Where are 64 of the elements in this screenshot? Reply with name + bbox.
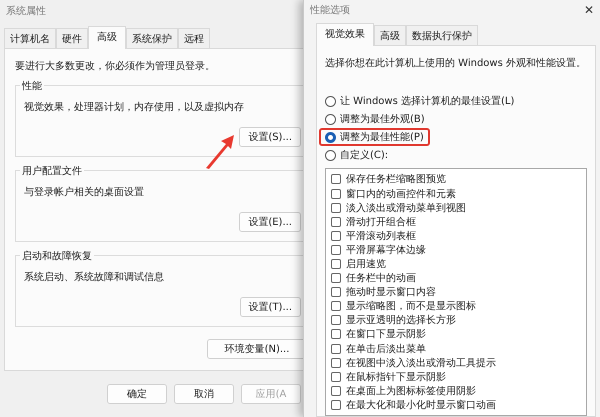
checkbox-label: 启用速览	[346, 258, 386, 272]
window-title: 性能选项	[310, 4, 350, 17]
radio-option[interactable]: 调整为最佳性能(P)	[319, 128, 430, 146]
checkbox[interactable]	[331, 400, 341, 410]
checkbox[interactable]	[331, 315, 341, 326]
checkbox-label: 保存任务栏缩略图预览	[346, 172, 446, 186]
checkbox-label: 拖动时显示窗口内容	[346, 286, 436, 300]
group-title: 启动和故障恢复	[20, 249, 94, 263]
group-title: 性能	[20, 79, 44, 93]
checkbox[interactable]	[331, 202, 341, 213]
intro-text: 选择你想在此计算机上使用的 Windows 外观和性能设置。	[325, 56, 587, 70]
environment-variables-button[interactable]: 环境变量(N)...	[207, 339, 303, 359]
group-description: 系统启动、系统故障和调试信息	[24, 270, 165, 284]
tab[interactable]: 高级	[88, 26, 126, 49]
checkbox-label: 显示亚透明的选择长方形	[346, 314, 456, 328]
checkbox-label: 在窗口下显示阴影	[346, 328, 426, 342]
tab[interactable]: 视觉效果	[316, 23, 374, 46]
radio-option[interactable]: 让 Windows 选择计算机的最佳设置(L)	[319, 92, 520, 110]
checkbox[interactable]	[331, 244, 341, 255]
tab[interactable]: 系统保护	[126, 28, 178, 49]
checkbox[interactable]	[331, 188, 341, 199]
checkbox[interactable]	[331, 174, 341, 184]
dialog-button[interactable]: 取消	[174, 384, 234, 404]
checkbox-label: 在桌面上为图标标签使用阴影	[346, 384, 476, 398]
checkbox-label: 在鼠标指针下显示阴影	[346, 370, 446, 384]
tab[interactable]: 远程	[178, 28, 210, 49]
checkbox-label: 在最大化和最小化时显示窗口动画	[346, 398, 496, 412]
checkbox[interactable]	[331, 372, 341, 382]
group-description: 视觉效果，处理器计划，内存使用，以及虚拟内存	[24, 100, 245, 114]
group-title: 用户配置文件	[20, 164, 84, 178]
radio-option[interactable]: 调整为最佳外观(B)	[319, 110, 431, 128]
tab[interactable]: 硬件	[56, 28, 88, 49]
checkbox[interactable]	[331, 301, 341, 312]
checkbox[interactable]	[331, 329, 341, 340]
close-button[interactable]: ✕	[584, 2, 594, 17]
checkbox[interactable]	[331, 358, 341, 368]
checkbox[interactable]	[331, 259, 341, 270]
checkbox-label: 窗口内的动画控件和元素	[346, 188, 456, 201]
tab[interactable]: 数据执行保护	[406, 25, 478, 46]
checkbox-label: 显示缩略图，而不是显示图标	[346, 300, 476, 314]
arrow-drawing	[204, 134, 236, 170]
checkbox-label: 平滑屏幕字体边缘	[346, 244, 426, 257]
checkbox-label: 淡入淡出或滑动菜单到视图	[346, 202, 466, 215]
checkbox[interactable]	[331, 287, 341, 298]
checkbox[interactable]	[331, 344, 341, 354]
checkbox-label: 平滑滚动列表框	[346, 230, 416, 243]
radio-option[interactable]: 自定义(C):	[319, 146, 394, 164]
checkbox[interactable]	[331, 386, 341, 396]
checkbox[interactable]	[331, 273, 341, 284]
settings-button[interactable]: 设置(E)...	[239, 212, 301, 232]
admin-notice: 要进行大多数更改，你必须作为管理员登录。	[15, 60, 216, 73]
checkbox-label: 在单击后淡出菜单	[346, 342, 426, 356]
checkbox-label: 在视图中淡入淡出或滑动工具提示	[346, 356, 496, 370]
group-description: 与登录帐户相关的桌面设置	[24, 186, 145, 199]
settings-button[interactable]: 设置(S)...	[239, 127, 301, 147]
dialog-button[interactable]: 确定	[107, 384, 167, 404]
tab[interactable]: 计算机名	[4, 28, 56, 49]
checkbox[interactable]	[331, 216, 341, 227]
checkbox[interactable]	[331, 230, 341, 241]
tab[interactable]: 高级	[374, 25, 406, 46]
window-title: 系统属性	[6, 4, 46, 18]
checkbox-label: 滑动打开组合框	[346, 216, 416, 229]
checkbox-label: 任务栏中的动画	[346, 272, 416, 286]
settings-button[interactable]: 设置(T)...	[240, 297, 301, 317]
